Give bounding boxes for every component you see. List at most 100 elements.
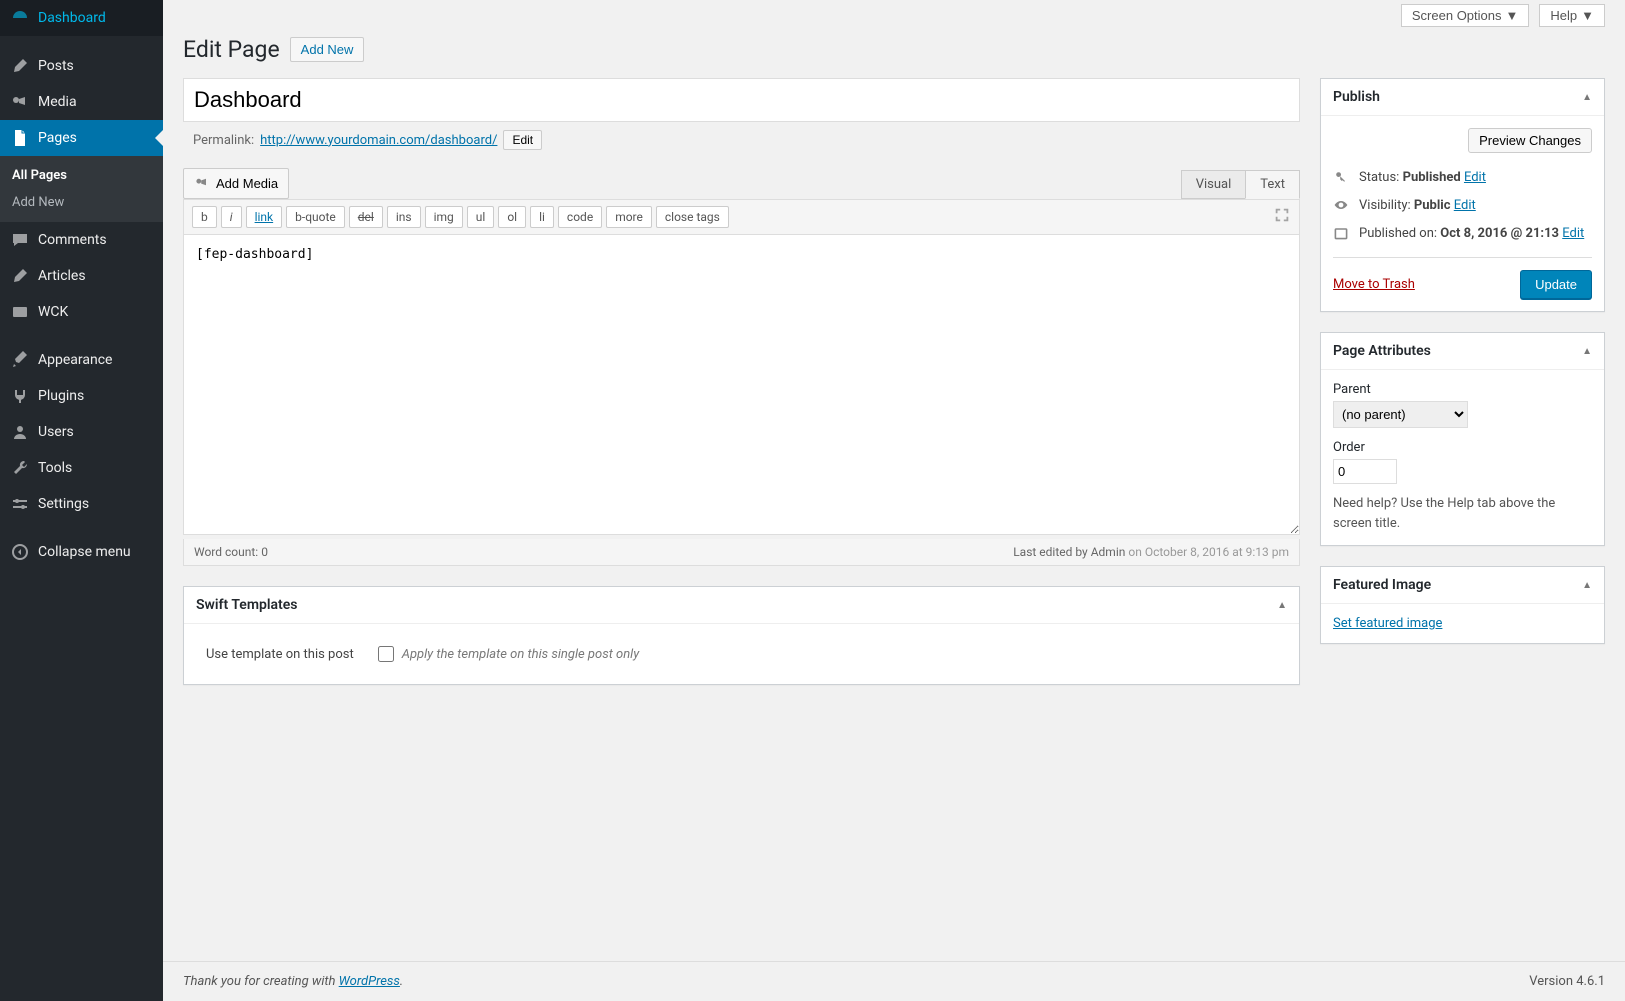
qt-ins[interactable]: ins — [387, 206, 421, 228]
menu-label: Media — [38, 94, 77, 110]
quicktags-toolbar: b i link b-quote del ins img ul ol li co… — [183, 199, 1300, 235]
order-input[interactable] — [1333, 459, 1397, 484]
parent-select[interactable]: (no parent) — [1333, 401, 1468, 428]
edit-visibility-link[interactable]: Edit — [1454, 198, 1476, 213]
set-featured-image-link[interactable]: Set featured image — [1333, 616, 1442, 631]
screen-options-button[interactable]: Screen Options ▼ — [1401, 4, 1529, 27]
qt-img[interactable]: img — [425, 206, 463, 228]
qt-blockquote[interactable]: b-quote — [286, 206, 345, 228]
qt-del[interactable]: del — [349, 206, 383, 228]
submenu-add-new[interactable]: Add New — [0, 189, 163, 216]
menu-dashboard[interactable]: Dashboard — [0, 0, 163, 36]
media-icon — [10, 92, 30, 112]
menu-users[interactable]: Users — [0, 414, 163, 450]
brush-icon — [10, 350, 30, 370]
chevron-up-icon: ▲ — [1277, 600, 1287, 611]
fullscreen-icon[interactable] — [1273, 206, 1291, 228]
pages-submenu: All Pages Add New — [0, 156, 163, 222]
menu-collapse[interactable]: Collapse menu — [0, 534, 163, 570]
menu-label: Posts — [38, 58, 74, 74]
update-button[interactable]: Update — [1520, 270, 1592, 299]
version-text: Version 4.6.1 — [1529, 974, 1605, 989]
move-to-trash-link[interactable]: Move to Trash — [1333, 277, 1415, 292]
menu-plugins[interactable]: Plugins — [0, 378, 163, 414]
add-media-button[interactable]: Add Media — [183, 168, 289, 199]
chevron-up-icon: ▲ — [1582, 580, 1592, 591]
pin-icon — [10, 266, 30, 286]
plug-icon — [10, 386, 30, 406]
eye-icon — [1333, 197, 1351, 213]
swift-use-label: Use template on this post — [206, 647, 354, 662]
qt-li[interactable]: li — [530, 206, 554, 228]
permalink-url[interactable]: http://www.yourdomain.com/dashboard/ — [260, 133, 497, 148]
menu-label: Settings — [38, 496, 89, 512]
page-attributes-header[interactable]: Page Attributes ▲ — [1321, 333, 1604, 370]
parent-label: Parent — [1333, 382, 1592, 397]
tab-text[interactable]: Text — [1245, 170, 1300, 199]
chevron-down-icon: ▼ — [1581, 8, 1594, 23]
permalink-row: Permalink: http://www.yourdomain.com/das… — [183, 122, 1300, 158]
menu-tools[interactable]: Tools — [0, 450, 163, 486]
qt-link[interactable]: link — [246, 206, 283, 228]
collapse-icon — [10, 542, 30, 562]
menu-label: Plugins — [38, 388, 84, 404]
qt-ol[interactable]: ol — [498, 206, 526, 228]
menu-comments[interactable]: Comments — [0, 222, 163, 258]
qt-ul[interactable]: ul — [467, 206, 495, 228]
content-textarea[interactable]: [fep-dashboard] — [183, 235, 1300, 535]
post-title-input[interactable] — [183, 78, 1300, 122]
menu-label: Users — [38, 424, 74, 440]
preview-changes-button[interactable]: Preview Changes — [1468, 128, 1592, 153]
edit-status-link[interactable]: Edit — [1464, 170, 1486, 185]
page-attributes-box: Page Attributes ▲ Parent (no parent) Ord… — [1320, 332, 1605, 546]
menu-label: Articles — [38, 268, 86, 284]
edit-date-link[interactable]: Edit — [1562, 226, 1584, 241]
calendar-icon — [1333, 225, 1351, 241]
featured-image-box: Featured Image ▲ Set featured image — [1320, 566, 1605, 644]
edit-permalink-button[interactable]: Edit — [503, 130, 542, 150]
add-new-button[interactable]: Add New — [290, 37, 365, 62]
chevron-up-icon: ▲ — [1582, 346, 1592, 357]
qt-close-tags[interactable]: close tags — [656, 206, 729, 228]
visibility-row: Visibility: Public Edit — [1333, 191, 1592, 219]
swift-templates-box: Swift Templates ▲ Use template on this p… — [183, 586, 1300, 685]
menu-appearance[interactable]: Appearance — [0, 342, 163, 378]
qt-more[interactable]: more — [606, 206, 652, 228]
menu-label: Comments — [38, 232, 107, 248]
swift-apply-label: Apply the template on this single post o… — [402, 647, 640, 662]
last-edited: Last edited by Admin on October 8, 2016 … — [1013, 545, 1289, 559]
help-button[interactable]: Help ▼ — [1539, 4, 1605, 27]
featured-image-header[interactable]: Featured Image ▲ — [1321, 567, 1604, 604]
admin-sidebar: Dashboard Posts Media Pages All Pages Ad… — [0, 0, 163, 1001]
menu-label: Dashboard — [38, 10, 106, 26]
swift-templates-header[interactable]: Swift Templates ▲ — [184, 587, 1299, 624]
swift-apply-checkbox[interactable] — [378, 646, 394, 662]
help-text: Need help? Use the Help tab above the sc… — [1333, 494, 1592, 533]
menu-posts[interactable]: Posts — [0, 48, 163, 84]
menu-label: Pages — [38, 130, 77, 146]
qt-italic[interactable]: i — [221, 206, 242, 228]
tab-visual[interactable]: Visual — [1181, 170, 1247, 199]
page-title: Edit Page — [183, 36, 280, 63]
menu-settings[interactable]: Settings — [0, 486, 163, 522]
menu-pages[interactable]: Pages — [0, 120, 163, 156]
qt-bold[interactable]: b — [192, 206, 217, 228]
wck-icon — [10, 302, 30, 322]
menu-label: Collapse menu — [38, 544, 131, 560]
order-label: Order — [1333, 440, 1592, 455]
menu-label: WCK — [38, 304, 68, 320]
chevron-up-icon: ▲ — [1582, 92, 1592, 103]
menu-media[interactable]: Media — [0, 84, 163, 120]
submenu-all-pages[interactable]: All Pages — [0, 162, 163, 189]
wordpress-link[interactable]: WordPress — [339, 974, 400, 989]
sliders-icon — [10, 494, 30, 514]
status-row: Status: Published Edit — [1333, 163, 1592, 191]
qt-code[interactable]: code — [558, 206, 602, 228]
published-row: Published on: Oct 8, 2016 @ 21:13 Edit — [1333, 219, 1592, 247]
word-count: Word count: 0 — [194, 545, 268, 559]
page-icon — [10, 128, 30, 148]
publish-header[interactable]: Publish ▲ — [1321, 79, 1604, 116]
key-icon — [1333, 169, 1351, 185]
menu-wck[interactable]: WCK — [0, 294, 163, 330]
menu-articles[interactable]: Articles — [0, 258, 163, 294]
